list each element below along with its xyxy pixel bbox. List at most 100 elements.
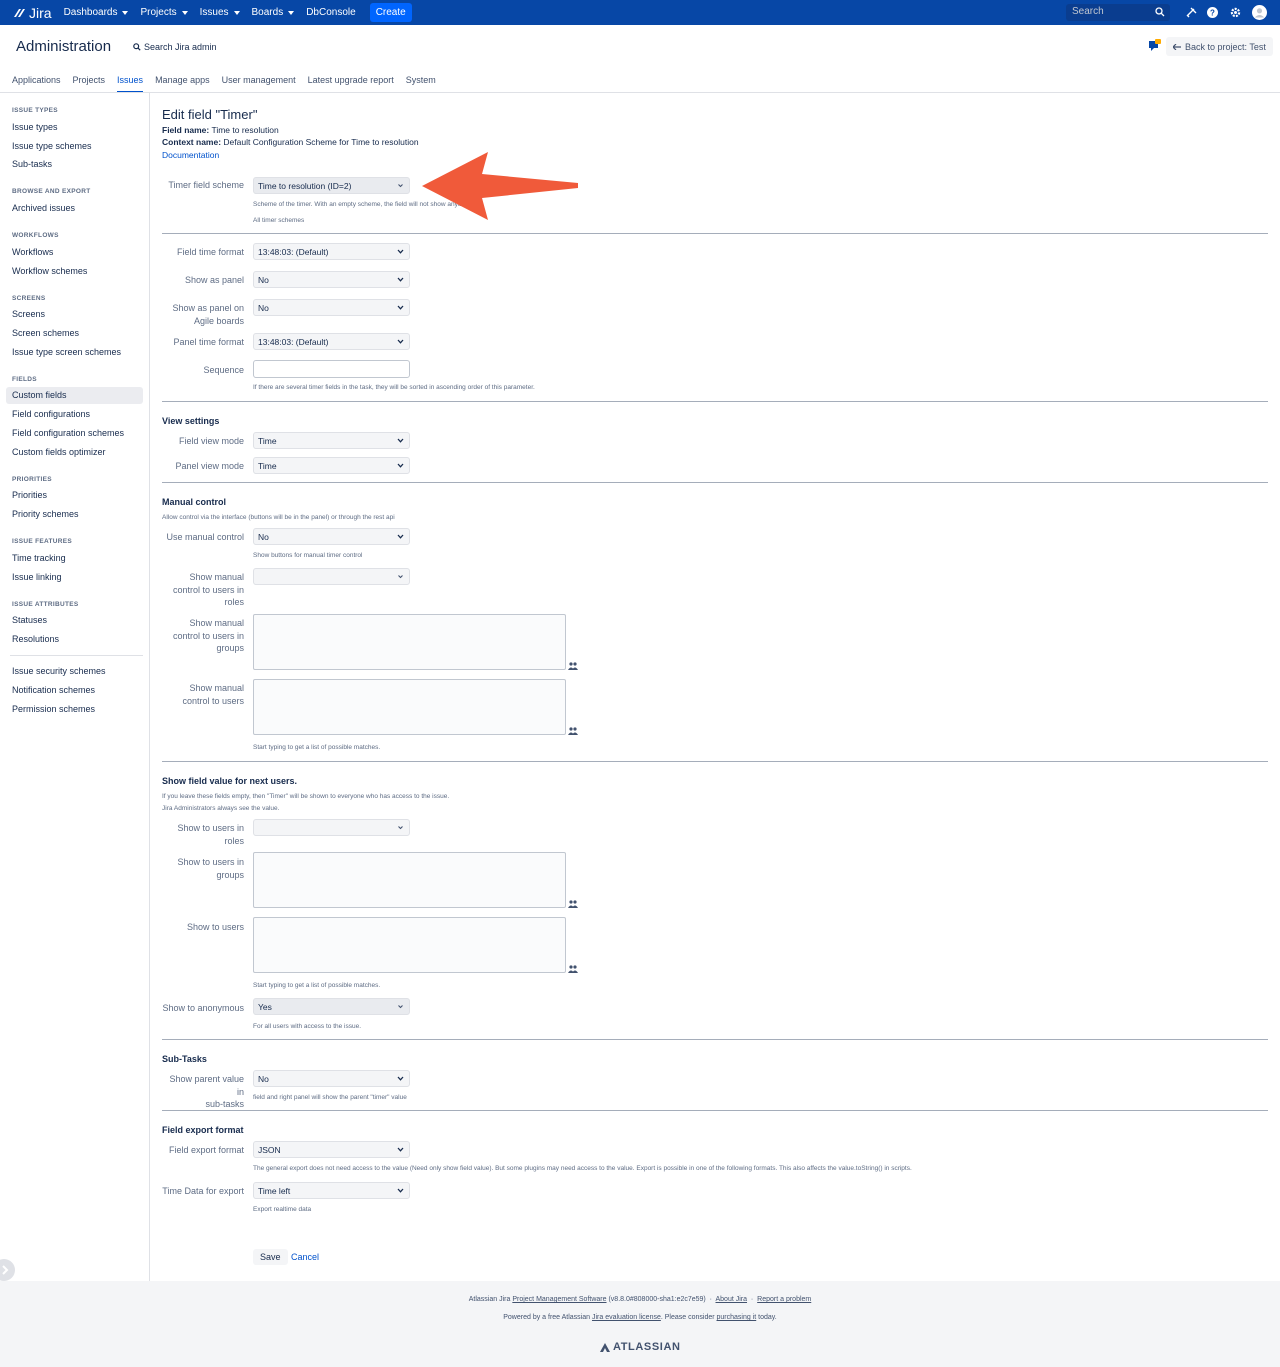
field-time-format-select[interactable]: 13:48:03: (Default) [253, 243, 410, 260]
sidebar-item-screens[interactable]: Screens [12, 309, 45, 319]
manual-users-label-line1: Show manual [189, 683, 244, 693]
create-button[interactable]: Create [369, 3, 412, 22]
group-picker-icon[interactable] [568, 662, 578, 670]
sidebar-item-archived-issues[interactable]: Archived issues [12, 203, 75, 213]
footer-line-1: Atlassian Jira Project Management Softwa… [468, 1296, 812, 1303]
sequence-input[interactable] [253, 360, 410, 378]
use-manual-select[interactable]: No [253, 528, 410, 545]
show-as-panel-select[interactable]: No [253, 271, 410, 288]
sidebar-item-statuses[interactable]: Statuses [12, 615, 47, 625]
sidebar-item-field-configuration-schemes[interactable]: Field configuration schemes [12, 428, 124, 438]
save-button[interactable]: Save [253, 1249, 288, 1265]
all-timer-schemes-link[interactable]: All timer schemes [253, 217, 304, 224]
manual-groups-textarea[interactable] [253, 614, 566, 670]
sidebar-item-priority-schemes[interactable]: Priority schemes [12, 509, 79, 519]
group-picker-icon[interactable] [568, 900, 578, 908]
tab-system[interactable]: System [406, 75, 436, 93]
view-settings-heading: View settings [162, 416, 220, 426]
show-groups-label-line2: groups [216, 869, 244, 880]
show-groups-label: Show to users in groups [162, 856, 244, 881]
time-data-label: Time Data for export [162, 1186, 244, 1196]
nav-dbconsole[interactable]: DbConsole [306, 7, 355, 18]
time-data-select[interactable]: Time left [253, 1182, 410, 1199]
user-avatar-icon[interactable] [1252, 5, 1267, 20]
nav-issues-label: Issues [199, 7, 229, 18]
sidebar-collapse-handle[interactable] [0, 1259, 15, 1281]
notifications-icon[interactable] [1185, 6, 1198, 19]
sidebar-item-screen-schemes[interactable]: Screen schemes [12, 328, 79, 338]
nav-boards[interactable]: Boards [252, 7, 295, 18]
nav-dbconsole-label: DbConsole [306, 7, 356, 18]
user-picker-icon[interactable] [568, 965, 578, 973]
section-divider [162, 482, 1268, 483]
settings-gear-icon[interactable] [1229, 6, 1242, 19]
timer-scheme-select[interactable]: Time to resolution (ID=2) [253, 177, 410, 194]
help-icon[interactable]: ? [1206, 6, 1219, 19]
sidebar-item-issue-linking[interactable]: Issue linking [12, 572, 62, 582]
back-to-project-button[interactable]: Back to project: Test [1166, 37, 1273, 56]
footer-report-link[interactable]: Report a problem [757, 1296, 811, 1303]
tab-applications[interactable]: Applications [12, 75, 61, 93]
footer-purchase-link[interactable]: purchasing it [717, 1314, 757, 1321]
chevron-down-icon [397, 277, 404, 282]
sidebar-item-issue-type-schemes[interactable]: Issue type schemes [12, 141, 92, 151]
sidebar-item-resolutions[interactable]: Resolutions [12, 634, 59, 644]
cancel-button[interactable]: Cancel [291, 1252, 319, 1262]
tab-projects[interactable]: Projects [73, 75, 106, 93]
admin-search[interactable]: Search Jira admin [133, 42, 217, 52]
manual-roles-select[interactable] [253, 568, 410, 585]
context-name-value: Default Configuration Scheme for Time to… [223, 137, 419, 147]
nav-issues[interactable]: Issues [200, 7, 240, 18]
footer-license-link[interactable]: Jira evaluation license [592, 1314, 661, 1321]
tab-issues[interactable]: Issues [117, 75, 144, 93]
manual-users-textarea[interactable] [253, 679, 566, 735]
show-groups-textarea[interactable] [253, 852, 566, 908]
sidebar-item-permission-schemes[interactable]: Permission schemes [12, 704, 95, 714]
sidebar-item-priorities[interactable]: Priorities [12, 490, 47, 500]
documentation-link[interactable]: Documentation [162, 150, 219, 160]
sidebar-item-issue-security-schemes[interactable]: Issue security schemes [12, 666, 106, 676]
sidebar-item-sub-tasks[interactable]: Sub-tasks [12, 159, 52, 169]
atlassian-logo[interactable]: ATLASSIAN [600, 1341, 681, 1353]
tab-manage-apps[interactable]: Manage apps [155, 75, 210, 93]
nav-projects[interactable]: Projects [140, 7, 188, 18]
sidebar-item-issue-types[interactable]: Issue types [12, 122, 58, 132]
show-users-textarea[interactable] [253, 917, 566, 973]
tab-user-management[interactable]: User management [222, 75, 296, 93]
tab-latest-upgrade-report[interactable]: Latest upgrade report [308, 75, 394, 93]
user-picker-icon[interactable] [568, 727, 578, 735]
panel-view-mode-select[interactable]: Time [253, 457, 410, 474]
sidebar-item-workflow-schemes[interactable]: Workflow schemes [12, 266, 87, 276]
panel-view-mode-value: Time [258, 461, 277, 471]
sidebar-item-custom-fields-optimizer[interactable]: Custom fields optimizer [12, 447, 106, 457]
sidebar-item-notification-schemes[interactable]: Notification schemes [12, 685, 95, 695]
feedback-icon[interactable] [1149, 39, 1161, 51]
show-panel-agile-value: No [258, 303, 269, 313]
show-anonymous-select[interactable]: Yes [253, 998, 410, 1015]
sidebar-item-issue-type-screen-schemes[interactable]: Issue type screen schemes [12, 347, 121, 357]
chevron-down-icon [397, 305, 404, 310]
svg-text:?: ? [1210, 9, 1215, 18]
sidebar-item-time-tracking[interactable]: Time tracking [12, 553, 66, 563]
show-panel-agile-select[interactable]: No [253, 299, 410, 316]
footer-pms-link[interactable]: Project Management Software [512, 1296, 606, 1303]
sidebar-item-field-configurations[interactable]: Field configurations [12, 409, 90, 419]
time-data-help: Export realtime data [253, 1206, 312, 1213]
show-value-help-1: If you leave these fields empty, then "T… [162, 793, 450, 800]
show-roles-select[interactable] [253, 819, 410, 836]
nav-dashboards[interactable]: Dashboards [64, 7, 129, 18]
jira-logo[interactable]: Jira [12, 5, 52, 21]
footer-about-link[interactable]: About Jira [716, 1296, 748, 1303]
sequence-help: If there are several timer fields in the… [253, 384, 535, 391]
sidebar-item-custom-fields[interactable]: Custom fields [12, 390, 67, 400]
field-time-format-value: 13:48:03: (Default) [258, 247, 329, 257]
parent-value-select[interactable]: No [253, 1070, 410, 1087]
field-view-mode-select[interactable]: Time [253, 432, 410, 449]
section-divider [162, 233, 1268, 234]
admin-search-label: Search Jira admin [144, 42, 217, 52]
manual-groups-label-line2: control to users in [172, 630, 244, 641]
sidebar-item-workflows[interactable]: Workflows [12, 247, 53, 257]
global-search-input[interactable]: Search [1066, 4, 1170, 21]
export-format-select[interactable]: JSON [253, 1141, 410, 1158]
panel-time-format-select[interactable]: 13:48:03: (Default) [253, 333, 410, 350]
